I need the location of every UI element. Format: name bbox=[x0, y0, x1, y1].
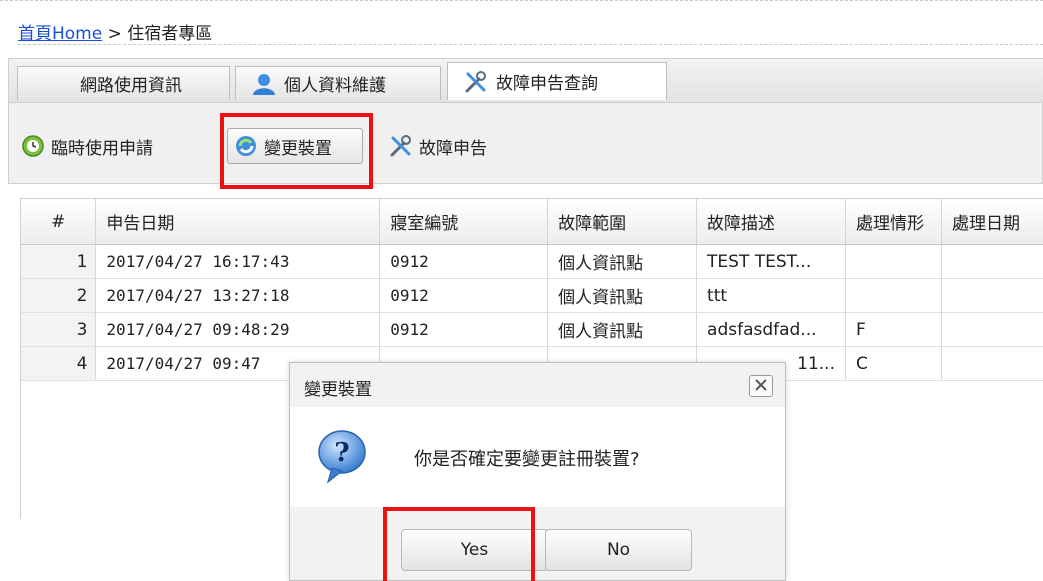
cell-handled-date bbox=[941, 312, 1043, 347]
cell-fault-scope: 個人資訊點 bbox=[547, 278, 698, 313]
close-icon bbox=[754, 377, 768, 396]
cell-room-no: 0912 bbox=[379, 312, 549, 347]
temp-apply-label: 臨時使用申請 bbox=[51, 138, 153, 159]
tab-personal-data[interactable]: 個人資料維護 bbox=[235, 66, 441, 100]
tools-icon bbox=[389, 135, 413, 157]
cell-report-date: 2017/04/27 16:17:43 bbox=[95, 244, 381, 279]
breadcrumb-divider bbox=[18, 44, 1043, 45]
column-header-handled-date[interactable]: 處理日期 bbox=[941, 199, 1043, 245]
breadcrumb-home-link[interactable]: 首頁Home bbox=[18, 24, 102, 44]
column-header-fault-scope[interactable]: 故障範圍 bbox=[547, 199, 698, 245]
cell-fault-scope: 個人資訊點 bbox=[547, 244, 698, 279]
yes-button[interactable]: Yes bbox=[401, 529, 548, 571]
clock-icon bbox=[21, 134, 45, 158]
tab-fault-report-query[interactable]: 故障申告查詢 bbox=[447, 62, 667, 100]
change-device-label: 變更裝置 bbox=[264, 138, 332, 159]
user-icon bbox=[252, 73, 276, 95]
cell-status: F bbox=[845, 312, 942, 347]
no-button[interactable]: No bbox=[545, 529, 692, 571]
temp-apply-button[interactable]: 臨時使用申請 bbox=[15, 128, 159, 164]
tools-icon bbox=[464, 70, 488, 93]
cell-status bbox=[845, 278, 942, 313]
breadcrumb-current: 住宿者專區 bbox=[127, 24, 213, 44]
dialog-close-button[interactable] bbox=[749, 375, 773, 397]
cell-handled-date bbox=[941, 244, 1043, 279]
breadcrumb-separator: > bbox=[107, 24, 122, 44]
column-header-number[interactable]: # bbox=[21, 199, 97, 245]
row-number: 4 bbox=[21, 346, 97, 381]
cell-handled-date bbox=[941, 346, 1043, 381]
tab-label: 故障申告查詢 bbox=[496, 74, 598, 94]
confirm-dialog: 變更裝置 ? 你是否確定要變更註冊裝置? Yes No bbox=[289, 362, 786, 581]
cell-report-date: 2017/04/27 09:48:29 bbox=[95, 312, 381, 347]
breadcrumb: 首頁Home > 住宿者專區 bbox=[0, 0, 1043, 49]
grid-header-row: # 申告日期 寢室編號 故障範圍 故障描述 處理情形 處理日期 bbox=[21, 199, 1043, 245]
column-header-fault-desc[interactable]: 故障描述 bbox=[696, 199, 846, 245]
table-row[interactable]: 3 2017/04/27 09:48:29 0912 個人資訊點 adsfasd… bbox=[21, 312, 1043, 347]
dialog-body: ? 你是否確定要變更註冊裝置? bbox=[290, 407, 785, 507]
cell-fault-desc: TEST TEST... bbox=[696, 244, 846, 279]
row-number: 2 bbox=[21, 278, 97, 313]
cell-room-no: 0912 bbox=[379, 244, 549, 279]
svg-text:?: ? bbox=[334, 438, 349, 468]
dialog-title: 變更裝置 bbox=[304, 380, 372, 400]
refresh-icon bbox=[234, 134, 258, 158]
row-number: 1 bbox=[21, 244, 97, 279]
report-fault-button[interactable]: 故障申告 bbox=[383, 128, 493, 164]
tab-strip: 網路使用資訊 個人資料維護 故障申告查詢 bbox=[8, 58, 1043, 103]
table-row[interactable]: 1 2017/04/27 16:17:43 0912 個人資訊點 TEST TE… bbox=[21, 244, 1043, 279]
question-icon: ? bbox=[316, 428, 368, 488]
dialog-message: 你是否確定要變更註冊裝置? bbox=[414, 449, 640, 470]
cell-status: C bbox=[845, 346, 942, 381]
cell-fault-desc: ttt bbox=[696, 278, 846, 313]
table-row[interactable]: 2 2017/04/27 13:27:18 0912 個人資訊點 ttt bbox=[21, 278, 1043, 313]
column-header-room-no[interactable]: 寢室編號 bbox=[379, 199, 549, 245]
cell-handled-date bbox=[941, 278, 1043, 313]
cell-fault-desc: adsfasdfad... bbox=[696, 312, 846, 347]
report-fault-label: 故障申告 bbox=[419, 138, 487, 159]
cell-fault-scope: 個人資訊點 bbox=[547, 312, 698, 347]
tab-label: 個人資料維護 bbox=[284, 76, 386, 96]
column-header-status[interactable]: 處理情形 bbox=[845, 199, 942, 245]
tab-label: 網路使用資訊 bbox=[80, 76, 182, 96]
column-header-report-date[interactable]: 申告日期 bbox=[95, 199, 381, 245]
cell-room-no: 0912 bbox=[379, 278, 549, 313]
change-device-button[interactable]: 變更裝置 bbox=[227, 128, 363, 164]
cell-report-date: 2017/04/27 13:27:18 bbox=[95, 278, 381, 313]
tab-network-usage[interactable]: 網路使用資訊 bbox=[17, 66, 230, 100]
toolbar: 臨時使用申請 變更裝置 故障申告 bbox=[8, 102, 1043, 184]
cell-status bbox=[845, 244, 942, 279]
row-number: 3 bbox=[21, 312, 97, 347]
